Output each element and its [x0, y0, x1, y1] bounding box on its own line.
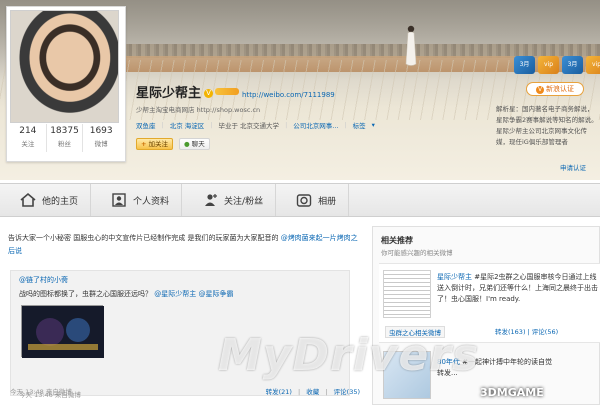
chat-button[interactable]: ● 聊天	[179, 138, 210, 150]
tab-follow-fans[interactable]: 关注/粉丝	[182, 184, 277, 216]
tag-school[interactable]: 毕业于 北京交通大学	[218, 120, 279, 130]
vip-badge[interactable]: vip	[538, 56, 559, 74]
chevron-down-icon[interactable]: ▾	[372, 121, 375, 129]
post-text: 告诉大家一个小秘密 国服虫心的中文宣传片已经制作完成 是我们的玩家菌为大家配音的…	[8, 232, 358, 258]
stat-number: 214	[19, 126, 37, 136]
chat-icon: ●	[184, 140, 190, 148]
tab-label: 他的主页	[42, 196, 79, 207]
comment-link[interactable]: 评论(35)	[334, 388, 360, 396]
tab-label: 关注/粉丝	[224, 196, 264, 207]
tab-profile[interactable]: 个人资料	[91, 184, 183, 216]
stat-number: 18375	[50, 126, 79, 136]
post-body: 告诉大家一个小秘密 国服虫心的中文宣传片已经制作完成 是我们的玩家菌为大家配音的	[8, 234, 279, 242]
profile-name: 星际少帮主	[136, 86, 202, 101]
weibo-url-link[interactable]: http://weibo.com/7111989	[242, 91, 335, 99]
tag-company[interactable]: 公司北京网事...	[293, 120, 338, 130]
follow-button[interactable]: + 加关注	[136, 138, 174, 150]
vip-badge[interactable]: vip	[586, 56, 600, 74]
stat-posts[interactable]: 1693 微博	[83, 124, 119, 152]
repost-body: 战吗的图标都换了，虫群之心国服还远吗？	[19, 290, 152, 298]
profile-header: 星际少帮主 Vhttp://weibo.com/7111989	[136, 82, 456, 101]
forward-link[interactable]: 转发(21)	[266, 388, 292, 396]
tab-label: 相册	[318, 196, 337, 207]
member-badge[interactable]: 3月	[562, 56, 583, 74]
tag-zodiac[interactable]: 双鱼座	[136, 120, 156, 130]
repost-thumbnail[interactable]	[21, 305, 104, 358]
profile-intro: 少帮主淘宝电商网店 http://shop.wosc.cn	[136, 106, 261, 114]
collect-link[interactable]: 收藏	[306, 388, 319, 396]
sidebar-subtitle: 你可能感兴趣的相关微博	[381, 249, 453, 257]
stat-following[interactable]: 214 关注	[10, 124, 47, 152]
member-badge[interactable]: 3月	[514, 56, 535, 74]
document-thumbnail[interactable]	[383, 270, 431, 318]
plus-icon: +	[141, 140, 147, 148]
level-badge-icon[interactable]	[215, 88, 240, 95]
follow-label: 加关注	[148, 140, 169, 148]
avatar[interactable]	[10, 10, 119, 123]
watermark: MyDrivers	[218, 330, 480, 381]
chat-label: 聊天	[191, 140, 205, 148]
tag-location[interactable]: 北京 海淀区	[170, 120, 205, 130]
repost-user-link[interactable]: @链了村的小斋	[19, 275, 68, 285]
site-logo: 3DMGAME	[480, 386, 544, 399]
home-icon	[20, 192, 36, 207]
post-footer: 今天 13:48 来自微博 转发(21) | 收藏 | 评论(35)	[10, 388, 360, 396]
starcraft-art-icon	[22, 306, 104, 358]
stat-label: 粉丝	[58, 140, 71, 148]
stat-label: 微博	[94, 140, 108, 148]
post-time: 今天 13:48 来自微博	[10, 388, 72, 396]
stats-bar: 214 关注 18375 粉丝 1693 微博	[10, 124, 119, 152]
repost-mentions[interactable]: @星际少帮主 @星际争霸	[154, 290, 233, 298]
profile-tab-bar: 他的主页 个人资料 关注/粉丝 相册	[0, 183, 600, 217]
tab-label: 个人资料	[133, 196, 170, 207]
sidebar-title: 相关推荐	[381, 236, 413, 245]
girl-figure-icon	[405, 25, 417, 66]
person-icon	[112, 193, 126, 207]
sina-verify-button[interactable]: V 新浪认证	[526, 82, 584, 96]
badge-row: 3月 vip 3月 vip	[514, 56, 600, 74]
tab-home[interactable]: 他的主页	[0, 184, 92, 216]
profile-actions: + 加关注 ● 聊天	[136, 138, 210, 150]
stat-label: 关注	[21, 140, 35, 148]
verify-label: 新浪认证	[546, 85, 574, 93]
follow-icon	[205, 194, 218, 206]
stat-followers[interactable]: 18375 粉丝	[47, 124, 84, 152]
verify-panel: V 新浪认证 解析星：国内著名电子商务解说，星际争霸2赛事解说等知名的解说。星际少…	[484, 80, 600, 180]
tag-labels-dropdown[interactable]: 标签	[353, 120, 366, 130]
apply-verify-link[interactable]: 申请认证	[560, 162, 586, 172]
verify-icon: V	[536, 86, 544, 94]
verify-description: 解析星：国内著名电子商务解说，星际争霸2赛事解说等知名的解说。星际少帮主公司北京…	[496, 105, 598, 146]
stat-number: 1693	[89, 126, 113, 136]
recommend-stats[interactable]: 转发(163) | 评论(56)	[495, 326, 558, 336]
repost-text: 战吗的图标都换了，虫群之心国服还远吗？ @星际少帮主 @星际争霸	[19, 289, 233, 299]
profile-tags: 双鱼座 | 北京 海淀区 | 毕业于 北京交通大学 | 公司北京网事... | …	[136, 120, 375, 130]
tab-album[interactable]: 相册	[276, 184, 350, 216]
recommend-text: 星际少帮主 #星际2虫群之心国服审核今日通过上线送入倒计时，兄弟们还等什么！上海…	[437, 272, 600, 305]
verified-v-icon: V	[204, 89, 214, 98]
camera-icon	[296, 194, 312, 207]
recommend-user[interactable]: 星际少帮主	[437, 273, 472, 281]
